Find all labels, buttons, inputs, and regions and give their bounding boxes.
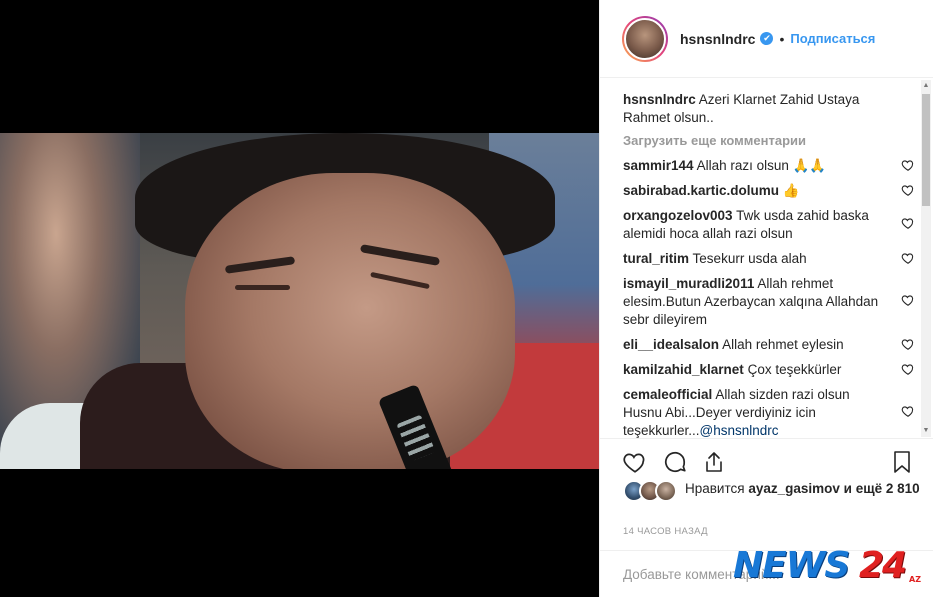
heart-icon[interactable] xyxy=(900,337,916,351)
list-item: sammir144 Allah razı olsun 🙏🙏 xyxy=(623,157,920,175)
musician-face xyxy=(185,173,515,469)
post-media[interactable] xyxy=(0,0,599,597)
watermark-news: NEWS xyxy=(733,545,850,586)
load-more-comments[interactable]: Загрузить еще комментарии xyxy=(623,133,920,148)
list-item: kamilzahid_klarnet Çox teşekkürler xyxy=(623,361,920,379)
follow-button[interactable]: Подписаться xyxy=(790,31,875,46)
comment-mention[interactable]: @hsnsnlndrc xyxy=(700,423,779,438)
verified-badge-icon: ✔ xyxy=(760,32,774,45)
heart-icon[interactable] xyxy=(900,404,916,418)
comment-text: Allah razı olsun 🙏🙏 xyxy=(696,158,827,173)
comment-username[interactable]: sabirabad.kartic.dolumu xyxy=(623,183,779,198)
author-avatar[interactable] xyxy=(622,15,668,62)
comment-username[interactable]: eli__idealsalon xyxy=(623,337,719,352)
comment-text: Tesekurr usda alah xyxy=(692,251,807,266)
comment-text: Allah rehmet eylesin xyxy=(722,337,844,352)
bookmark-icon xyxy=(894,450,910,473)
comments-list[interactable]: hsnsnlndrc Azeri Klarnet Zahid Ustaya Ra… xyxy=(600,79,933,438)
heart-icon xyxy=(623,453,645,473)
liker-username[interactable]: ayaz_gasimov xyxy=(748,481,840,496)
comment-text: 👍 xyxy=(782,183,800,198)
likes-summary: Нравится ayaz_gasimov и ещё 2 810 xyxy=(623,480,923,502)
heart-icon[interactable] xyxy=(900,251,916,265)
header-separator: • xyxy=(779,30,785,47)
list-item: cemaleofficial Allah sizden razi olsun H… xyxy=(623,386,920,438)
likes-count[interactable]: и ещё 2 810 xyxy=(844,481,920,496)
author-username[interactable]: hsnsnlndrc xyxy=(680,31,755,47)
comments-scrollbar[interactable]: ▲ ▼ xyxy=(921,80,931,437)
comment-username[interactable]: ismayil_muradli2011 xyxy=(623,276,754,291)
list-item: tural_ritim Tesekurr usda alah xyxy=(623,250,920,268)
scrollbar-thumb[interactable] xyxy=(922,94,930,206)
scroll-up-arrow-icon[interactable]: ▲ xyxy=(921,80,931,92)
comment-button[interactable] xyxy=(662,449,688,475)
caption-username[interactable]: hsnsnlndrc xyxy=(623,92,696,107)
likes-prefix: Нравится xyxy=(685,481,745,496)
comment-icon xyxy=(664,451,686,472)
watermark-az: AZ xyxy=(909,575,921,584)
comment-username[interactable]: tural_ritim xyxy=(623,251,689,266)
save-button[interactable] xyxy=(890,449,914,475)
post-timestamp[interactable]: 14 часов назад xyxy=(623,526,708,537)
heart-icon[interactable] xyxy=(900,158,916,172)
liker-avatars[interactable] xyxy=(623,480,677,502)
heart-icon[interactable] xyxy=(900,293,916,307)
post-header: hsnsnlndrc ✔ • Подписаться xyxy=(600,0,933,78)
caption: hsnsnlndrc Azeri Klarnet Zahid Ustaya Ra… xyxy=(623,91,920,127)
avatar xyxy=(655,480,677,502)
post-actions xyxy=(600,438,933,484)
list-item: ismayil_muradli2011 Allah rehmet elesim.… xyxy=(623,275,920,329)
news24-watermark-logo: NEWS 24 AZ xyxy=(733,545,933,587)
like-button[interactable] xyxy=(622,449,648,475)
video-frame[interactable] xyxy=(0,133,599,469)
heart-icon[interactable] xyxy=(900,216,916,230)
share-button[interactable] xyxy=(702,449,726,475)
list-item: sabirabad.kartic.dolumu 👍 xyxy=(623,182,920,200)
share-icon xyxy=(706,451,722,472)
comment-text: Çox teşekkürler xyxy=(747,362,842,377)
heart-icon[interactable] xyxy=(900,183,916,197)
scroll-down-arrow-icon[interactable]: ▼ xyxy=(921,425,931,437)
list-item: orxangozelov003 Twk usda zahid baska ale… xyxy=(623,207,920,243)
comment-username[interactable]: orxangozelov003 xyxy=(623,208,733,223)
watermark-24: 24 xyxy=(859,545,907,586)
post-sidebar: hsnsnlndrc ✔ • Подписаться hsnsnlndrc Az… xyxy=(599,0,933,597)
list-item: eli__idealsalon Allah rehmet eylesin xyxy=(623,336,920,354)
heart-icon[interactable] xyxy=(900,362,916,376)
comment-username[interactable]: cemaleofficial xyxy=(623,387,712,402)
comment-username[interactable]: kamilzahid_klarnet xyxy=(623,362,744,377)
comment-username[interactable]: sammir144 xyxy=(623,158,694,173)
